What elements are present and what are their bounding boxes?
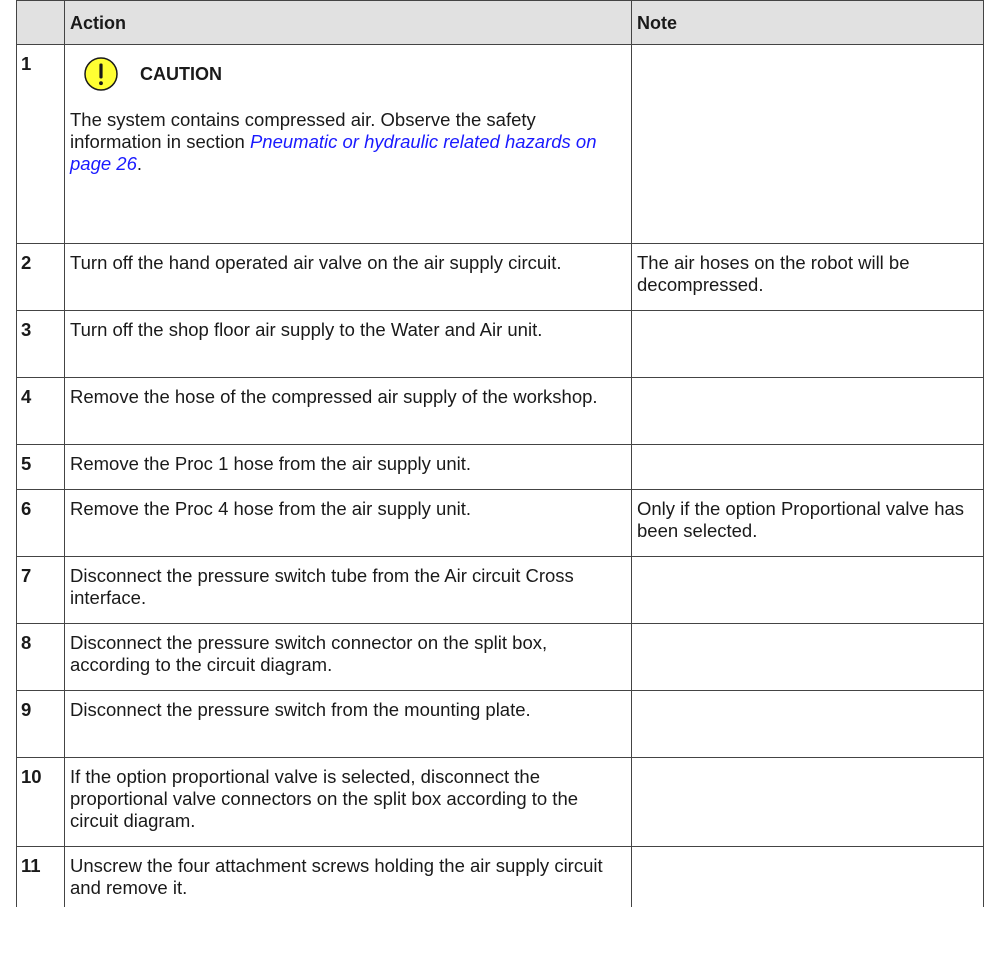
- action-cell: Turn off the hand operated air valve on …: [64, 243, 632, 311]
- note-cell: Only if the option Proportional valve ha…: [631, 489, 984, 557]
- note-cell: [631, 377, 984, 445]
- step-number: 6: [16, 489, 65, 557]
- caution-text: The system contains compressed air. Obse…: [70, 109, 627, 175]
- table-row: 8 Disconnect the pressure switch connect…: [16, 623, 984, 691]
- action-cell: Remove the hose of the compressed air su…: [64, 377, 632, 445]
- step-number: 5: [16, 444, 65, 490]
- table-row: 10 If the option proportional valve is s…: [16, 757, 984, 847]
- step-number: 1: [16, 44, 65, 244]
- caution-text-after: .: [136, 153, 143, 174]
- step-number: 11: [16, 846, 65, 907]
- note-cell: The air hoses on the robot will be decom…: [631, 243, 984, 311]
- table-row: 3 Turn off the shop floor air supply to …: [16, 310, 984, 378]
- note-cell: [631, 556, 984, 624]
- step-number: 4: [16, 377, 65, 445]
- note-cell: [631, 310, 984, 378]
- action-cell: Unscrew the four attachment screws holdi…: [64, 846, 632, 907]
- note-cell: [631, 690, 984, 758]
- note-cell: [631, 44, 984, 244]
- note-cell: [631, 444, 984, 490]
- action-cell: Remove the Proc 1 hose from the air supp…: [64, 444, 632, 490]
- caution-cell: CAUTION The system contains compressed a…: [64, 44, 632, 244]
- header-note: Note: [631, 0, 984, 45]
- action-cell: Turn off the shop floor air supply to th…: [64, 310, 632, 378]
- caution-label: CAUTION: [140, 64, 222, 84]
- action-cell: Disconnect the pressure switch tube from…: [64, 556, 632, 624]
- table-row: 5 Remove the Proc 1 hose from the air su…: [16, 444, 984, 490]
- action-cell: Disconnect the pressure switch connector…: [64, 623, 632, 691]
- action-cell: Remove the Proc 4 hose from the air supp…: [64, 489, 632, 557]
- table-row: 9 Disconnect the pressure switch from th…: [16, 690, 984, 758]
- table-row: 2 Turn off the hand operated air valve o…: [16, 243, 984, 311]
- step-number: 9: [16, 690, 65, 758]
- step-number: 10: [16, 757, 65, 847]
- caution-exclamation-icon: [84, 57, 118, 91]
- action-cell: Disconnect the pressure switch from the …: [64, 690, 632, 758]
- procedure-table: Action Note 1 CAUTION The system contain…: [16, 0, 984, 907]
- header-step: [16, 0, 65, 45]
- step-number: 7: [16, 556, 65, 624]
- table-row: 1 CAUTION The system contains compressed…: [16, 44, 984, 244]
- table-row: 7 Disconnect the pressure switch tube fr…: [16, 556, 984, 624]
- step-number: 2: [16, 243, 65, 311]
- table-row: 4 Remove the hose of the compressed air …: [16, 377, 984, 445]
- table-row: 11 Unscrew the four attachment screws ho…: [16, 846, 984, 907]
- caution-header: CAUTION: [70, 57, 627, 91]
- note-cell: [631, 623, 984, 691]
- note-cell: [631, 757, 984, 847]
- step-number: 3: [16, 310, 65, 378]
- note-cell: [631, 846, 984, 907]
- table-row: 6 Remove the Proc 4 hose from the air su…: [16, 489, 984, 557]
- action-cell: If the option proportional valve is sele…: [64, 757, 632, 847]
- header-action: Action: [64, 0, 632, 45]
- table-header-row: Action Note: [16, 0, 984, 45]
- step-number: 8: [16, 623, 65, 691]
